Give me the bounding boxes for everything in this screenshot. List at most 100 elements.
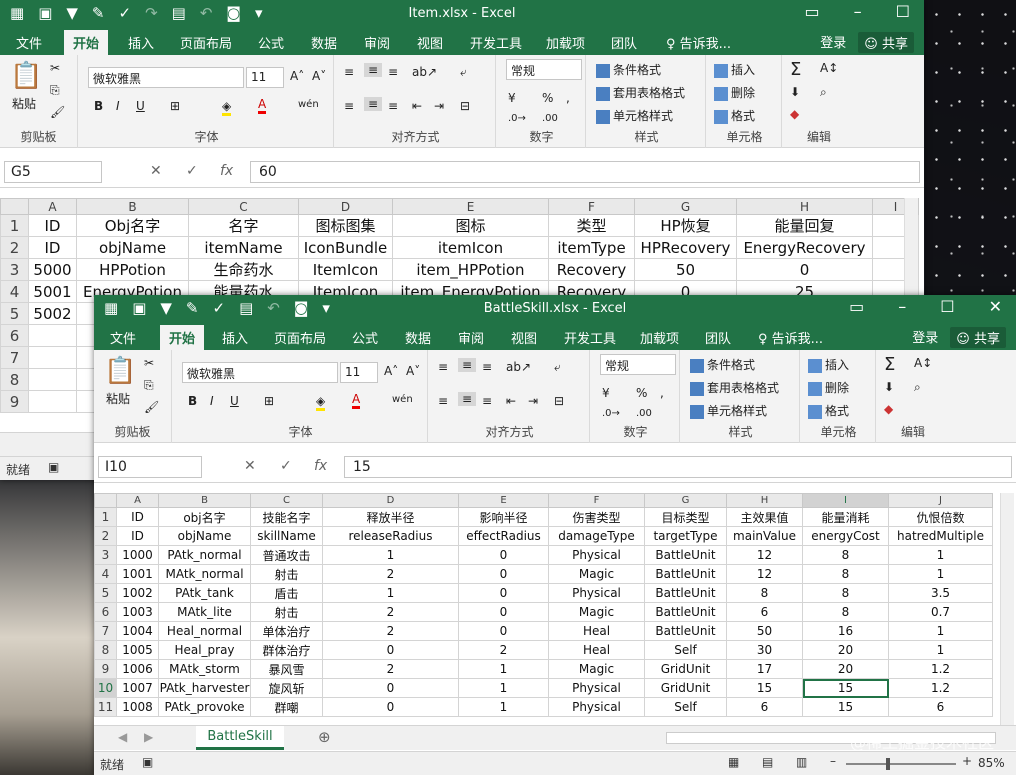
- cell[interactable]: ID: [116, 526, 159, 546]
- cell[interactable]: 8: [726, 583, 803, 603]
- tab-data[interactable]: 数据: [311, 33, 337, 52]
- wrap-text-icon[interactable]: ⤶: [554, 360, 561, 375]
- cell[interactable]: 1008: [116, 697, 159, 717]
- cell[interactable]: 图标: [392, 214, 549, 237]
- cell[interactable]: HPPotion: [76, 258, 189, 281]
- cell[interactable]: MAtk_normal: [158, 564, 251, 584]
- row-header[interactable]: 3: [94, 545, 117, 565]
- close-icon[interactable]: ✕: [989, 297, 1002, 316]
- row-header[interactable]: 4: [94, 564, 117, 584]
- align-bottom-icon[interactable]: ≡: [482, 360, 492, 374]
- align-center-icon[interactable]: ≡: [364, 97, 383, 111]
- cell[interactable]: BattleUnit: [644, 545, 727, 565]
- align-middle-icon[interactable]: ≡: [458, 358, 477, 372]
- cell[interactable]: 30: [726, 640, 803, 660]
- cell[interactable]: effectRadius: [458, 526, 549, 546]
- cell[interactable]: 生命药水: [188, 258, 299, 281]
- align-middle-icon[interactable]: ≡: [364, 63, 383, 77]
- tab-file[interactable]: 文件: [110, 328, 136, 347]
- maximize-icon[interactable]: ☐: [940, 297, 954, 316]
- cell[interactable]: 0: [736, 258, 873, 281]
- cell[interactable]: 1007: [116, 678, 159, 698]
- font-color-icon[interactable]: A: [258, 97, 267, 114]
- font-color-icon[interactable]: A: [352, 392, 361, 409]
- italic-icon[interactable]: I: [116, 99, 120, 113]
- row-header[interactable]: 1: [94, 507, 117, 527]
- cell[interactable]: GridUnit: [644, 678, 727, 698]
- cell[interactable]: Physical: [548, 583, 645, 603]
- underline-icon[interactable]: U: [230, 394, 239, 408]
- column-header-g[interactable]: G: [644, 493, 727, 508]
- cell[interactable]: 2: [322, 602, 459, 622]
- border-icon[interactable]: ⊞: [170, 99, 180, 113]
- insert-cells-button[interactable]: 插入: [714, 61, 755, 78]
- cell[interactable]: MAtk_storm: [158, 659, 251, 679]
- column-header-f[interactable]: F: [548, 198, 635, 215]
- percent-icon[interactable]: %: [542, 91, 553, 105]
- login-link[interactable]: 登录: [820, 32, 846, 53]
- cell[interactable]: EnergyRecovery: [736, 236, 873, 259]
- cell[interactable]: 类型: [548, 214, 635, 237]
- delete-cells-button[interactable]: 删除: [808, 379, 849, 396]
- cell[interactable]: Physical: [548, 545, 645, 565]
- cell[interactable]: 17: [726, 659, 803, 679]
- cell[interactable]: 5001: [28, 280, 77, 303]
- align-right-icon[interactable]: ≡: [388, 99, 398, 113]
- cell[interactable]: Heal: [548, 640, 645, 660]
- cell[interactable]: 释放半径: [322, 507, 459, 527]
- fill-icon[interactable]: ⬇: [790, 85, 800, 99]
- cell[interactable]: 6: [726, 697, 803, 717]
- border-icon[interactable]: ⊞: [264, 394, 274, 408]
- formula-input[interactable]: 15: [344, 456, 1012, 478]
- column-header-d[interactable]: D: [298, 198, 393, 215]
- tab-home[interactable]: 开始: [160, 325, 205, 353]
- tab-insert[interactable]: 插入: [128, 33, 154, 52]
- align-right-icon[interactable]: ≡: [482, 394, 492, 408]
- cut-icon[interactable]: ✂: [50, 61, 60, 75]
- cell[interactable]: PAtk_tank: [158, 583, 251, 603]
- cell[interactable]: 5002: [28, 302, 77, 325]
- macro-record-icon[interactable]: ▣: [48, 460, 59, 474]
- column-header-a[interactable]: A: [28, 198, 77, 215]
- cell[interactable]: 1000: [116, 545, 159, 565]
- underline-icon[interactable]: U: [136, 99, 145, 113]
- cell[interactable]: 2: [322, 621, 459, 641]
- cell[interactable]: [28, 346, 77, 369]
- add-sheet-icon[interactable]: ⊕: [318, 728, 331, 746]
- cell-styles-button[interactable]: 单元格样式: [690, 402, 767, 419]
- cell[interactable]: 1003: [116, 602, 159, 622]
- merge-cells-icon[interactable]: ⊟: [554, 394, 564, 408]
- currency-icon[interactable]: ¥: [602, 386, 610, 400]
- tab-team[interactable]: 团队: [705, 328, 731, 347]
- copy-icon[interactable]: ⎘: [50, 83, 60, 98]
- format-as-table-button[interactable]: 套用表格格式: [596, 84, 685, 101]
- cell[interactable]: PAtk_provoke: [158, 697, 251, 717]
- orientation-icon[interactable]: ab↗: [506, 360, 531, 374]
- autosum-icon[interactable]: Σ: [790, 59, 801, 80]
- login-link[interactable]: 登录: [912, 327, 938, 348]
- italic-icon[interactable]: I: [210, 394, 214, 408]
- phonetic-icon[interactable]: wén: [392, 394, 413, 405]
- minimize-icon[interactable]: –: [854, 2, 862, 21]
- cell[interactable]: 旋风斩: [250, 678, 323, 698]
- font-name-select[interactable]: 微软雅黑: [88, 67, 244, 88]
- cell[interactable]: 2: [458, 640, 549, 660]
- find-icon[interactable]: ⌕: [820, 85, 827, 100]
- paste-icon[interactable]: 📋: [104, 356, 136, 386]
- row-header[interactable]: 9: [94, 659, 117, 679]
- cell[interactable]: BattleUnit: [644, 583, 727, 603]
- row-header[interactable]: 4: [0, 280, 29, 303]
- cancel-icon[interactable]: ✕: [150, 163, 162, 179]
- row-header[interactable]: 3: [0, 258, 29, 281]
- delete-cells-button[interactable]: 删除: [714, 84, 755, 101]
- cell[interactable]: [28, 324, 77, 347]
- font-name-select[interactable]: 微软雅黑: [182, 362, 338, 383]
- cell[interactable]: releaseRadius: [322, 526, 459, 546]
- cell[interactable]: damageType: [548, 526, 645, 546]
- row-header[interactable]: 8: [0, 368, 29, 391]
- cell[interactable]: 6: [888, 697, 993, 717]
- cell[interactable]: 15: [802, 678, 889, 698]
- conditional-format-button[interactable]: 条件格式: [596, 61, 661, 78]
- page-break-view-icon[interactable]: ▥: [796, 755, 807, 769]
- column-header-g[interactable]: G: [634, 198, 737, 215]
